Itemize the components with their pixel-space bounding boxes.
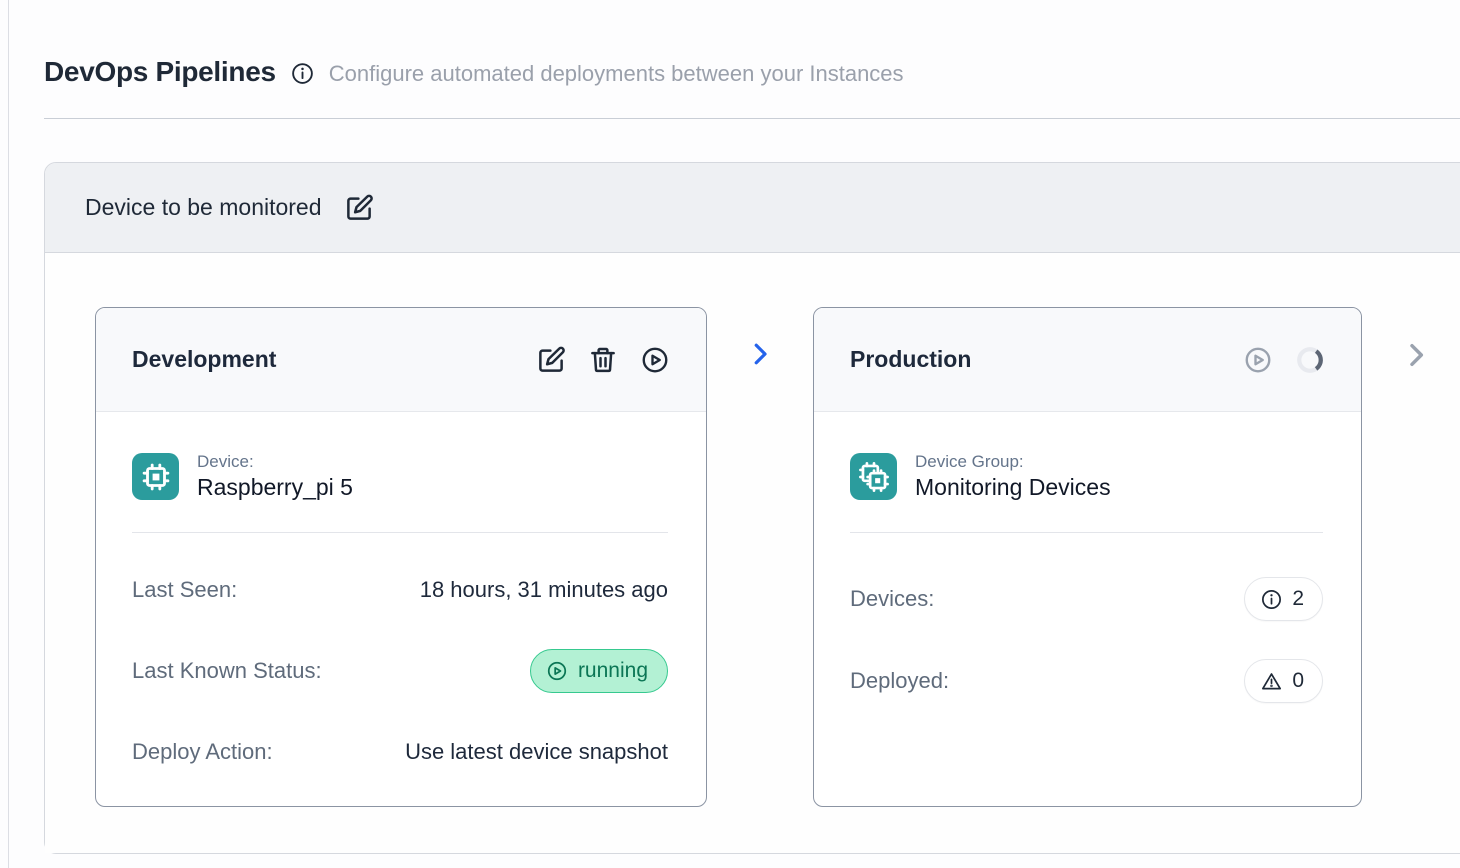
- deploy-action-row: Deploy Action: Use latest device snapsho…: [132, 739, 668, 765]
- stage-title: Production: [850, 346, 971, 373]
- deploy-action-label: Deploy Action:: [132, 739, 273, 765]
- play-circle-icon: [640, 345, 670, 375]
- devices-count-pill[interactable]: 2: [1244, 577, 1323, 621]
- status-label: Last Known Status:: [132, 658, 322, 684]
- last-seen-label: Last Seen:: [132, 577, 237, 603]
- run-stage-button-disabled[interactable]: [1243, 345, 1273, 375]
- deployed-count: 0: [1292, 669, 1304, 693]
- production-stage-body: Device Group: Monitoring Devices Devices…: [814, 412, 1361, 806]
- devices-label: Devices:: [850, 586, 934, 612]
- edit-icon: [536, 345, 566, 375]
- monitored-device-panel: Device to be monitored Development: [44, 162, 1460, 854]
- chip-group-icon: [850, 453, 897, 500]
- device-label: Device:: [197, 452, 353, 472]
- page-header: DevOps Pipelines Configure automated dep…: [44, 56, 1460, 88]
- info-circle-icon: [1260, 588, 1283, 611]
- last-seen-value: 18 hours, 31 minutes ago: [420, 577, 668, 603]
- run-stage-button[interactable]: [640, 345, 670, 375]
- deployed-label: Deployed:: [850, 668, 949, 694]
- last-known-status-row: Last Known Status: running: [132, 649, 668, 693]
- development-stage-body: Device: Raspberry_pi 5 Last Seen: 18 hou…: [96, 412, 706, 811]
- next-stage-button[interactable]: [1400, 339, 1432, 371]
- info-circle-icon[interactable]: [290, 61, 315, 86]
- pipeline-flow: Development: [45, 253, 1460, 853]
- header-divider: [44, 118, 1460, 119]
- device-summary: Device: Raspberry_pi 5: [132, 452, 668, 501]
- development-stage-header: Development: [96, 308, 706, 412]
- chip-icon: [132, 453, 179, 500]
- status-text: running: [578, 659, 648, 683]
- chevron-right-icon: [745, 339, 775, 369]
- card-divider: [850, 532, 1323, 533]
- edit-panel-button[interactable]: [344, 193, 374, 223]
- trash-icon: [588, 345, 618, 375]
- flow-arrow: [707, 339, 813, 369]
- development-stage-card: Development: [95, 307, 707, 807]
- edit-icon: [344, 193, 374, 223]
- panel-title: Device to be monitored: [85, 194, 322, 221]
- panel-header: Device to be monitored: [45, 163, 1460, 253]
- edit-stage-button[interactable]: [536, 345, 566, 375]
- chevron-right-icon: [1400, 339, 1432, 371]
- device-group-summary: Device Group: Monitoring Devices: [850, 452, 1323, 501]
- deployed-row: Deployed: 0: [850, 659, 1323, 703]
- spinner-icon: [1295, 345, 1325, 375]
- devices-row: Devices: 2: [850, 577, 1323, 621]
- device-group-name: Monitoring Devices: [915, 474, 1111, 501]
- device-name: Raspberry_pi 5: [197, 474, 353, 501]
- production-stage-actions: [1243, 345, 1325, 375]
- device-group-label: Device Group:: [915, 452, 1111, 472]
- devices-count: 2: [1292, 587, 1304, 611]
- play-circle-icon: [546, 660, 568, 682]
- play-circle-icon: [1243, 345, 1273, 375]
- deployed-count-pill[interactable]: 0: [1244, 659, 1323, 703]
- production-stage-header: Production: [814, 308, 1361, 412]
- status-badge: running: [530, 649, 668, 693]
- stage-title: Development: [132, 346, 276, 373]
- production-stage-card: Production: [813, 307, 1362, 807]
- last-seen-row: Last Seen: 18 hours, 31 minutes ago: [132, 577, 668, 603]
- page-subtitle: Configure automated deployments between …: [329, 61, 904, 87]
- page-left-divider: [8, 0, 9, 868]
- devops-pipelines-page: DevOps Pipelines Configure automated dep…: [0, 0, 1460, 868]
- card-divider: [132, 532, 668, 533]
- page-title: DevOps Pipelines: [44, 56, 276, 88]
- deploy-action-value: Use latest device snapshot: [405, 739, 668, 765]
- delete-stage-button[interactable]: [588, 345, 618, 375]
- development-stage-actions: [536, 345, 670, 375]
- warning-triangle-icon: [1260, 670, 1283, 693]
